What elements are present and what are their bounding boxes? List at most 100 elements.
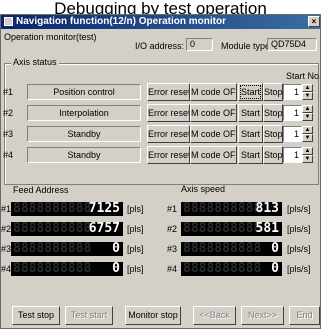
spin-down-icon[interactable]: ▼ <box>302 92 313 100</box>
start-no-spinner[interactable]: 1 ▲ ▼ <box>283 126 313 142</box>
axis-number: #4 <box>3 150 14 160</box>
axis-speed-display: 8888888888 0 <box>181 242 282 256</box>
back-button[interactable]: <<Back <box>193 306 236 325</box>
mcode-off-button[interactable]: M code OFF <box>190 104 237 122</box>
error-reset-button[interactable]: Error reset <box>147 104 190 122</box>
spin-down-icon[interactable]: ▼ <box>302 113 313 121</box>
axis-speed-display: 8888888888 813 <box>181 202 282 216</box>
start-button[interactable]: Start <box>238 104 263 122</box>
stop-button[interactable]: Stop <box>263 104 283 122</box>
speed-unit: [pls/s] <box>287 244 311 254</box>
stop-button[interactable]: Stop <box>263 83 283 101</box>
stop-button[interactable]: Stop <box>263 125 283 143</box>
feed-address-title: Feed Address <box>13 185 69 195</box>
monitor-stop-button[interactable]: Monitor stop <box>125 306 181 325</box>
axis-status-display: Standby <box>27 126 141 142</box>
spin-up-icon[interactable]: ▲ <box>302 105 313 113</box>
speed-axis-number: #2 <box>167 224 178 234</box>
spin-down-icon[interactable]: ▼ <box>302 155 313 163</box>
feed-address-display: 8888888888 7125 <box>11 202 123 216</box>
monitor-mode-label: Operation monitor(test) <box>4 32 97 42</box>
speed-unit: [pls/s] <box>287 224 311 234</box>
start-button[interactable]: Start <box>238 125 263 143</box>
module-type-field: QD75D4 <box>267 38 317 51</box>
axis-speed-value: 0 <box>271 241 279 256</box>
speed-row-1: #1 8888888888 813 [pls/s] <box>167 202 320 216</box>
end-button[interactable]: End <box>289 306 320 325</box>
mcode-off-button[interactable]: M code OFF <box>190 125 237 143</box>
start-no-spinner[interactable]: 1 ▲ ▼ <box>283 84 313 100</box>
speed-axis-number: #3 <box>167 244 178 254</box>
operation-monitor-window: Navigation function(12/n) Operation moni… <box>0 14 321 329</box>
spin-up-icon[interactable]: ▲ <box>302 126 313 134</box>
feed-row-2: #2 8888888888 6757 [pls] <box>1 222 161 236</box>
lcd-ghost-segments: 8888888888 <box>13 241 92 256</box>
axis-number: #3 <box>3 129 14 139</box>
speed-row-4: #4 8888888888 0 [pls/s] <box>167 262 320 276</box>
axis-number: #2 <box>3 108 14 118</box>
axis-number: #1 <box>3 87 14 97</box>
start-no-value[interactable]: 1 <box>283 84 302 100</box>
axis-speed-value: 813 <box>255 201 279 216</box>
speed-unit: [pls/s] <box>287 264 311 274</box>
test-stop-button[interactable]: Test stop <box>12 306 60 325</box>
lcd-ghost-segments: 8888888888 <box>13 261 92 276</box>
close-icon[interactable]: × <box>308 16 320 27</box>
speed-row-2: #2 8888888888 581 [pls/s] <box>167 222 320 236</box>
io-address-field: 0 <box>186 38 213 51</box>
lcd-ghost-segments: 8888888888 <box>13 221 92 236</box>
lcd-ghost-segments: 8888888888 <box>183 241 262 256</box>
feed-address-value: 6757 <box>88 221 120 236</box>
axis-speed-display: 8888888888 581 <box>181 222 282 236</box>
axis-speed-value: 0 <box>271 261 279 276</box>
start-button[interactable]: Start <box>238 83 263 101</box>
app-icon <box>4 17 13 26</box>
next-button[interactable]: Next>> <box>241 306 284 325</box>
axis-speed-display: 8888888888 0 <box>181 262 282 276</box>
feed-row-1: #1 8888888888 7125 [pls] <box>1 202 161 216</box>
feed-address-display: 8888888888 0 <box>11 262 123 276</box>
error-reset-button[interactable]: Error reset <box>147 146 190 164</box>
mcode-off-button[interactable]: M code OFF <box>190 83 237 101</box>
feed-unit: [pls] <box>127 204 144 214</box>
axis-row-2: #2 Interpolation Error reset M code OFF … <box>1 104 320 122</box>
start-no-label: Start No. <box>286 71 321 81</box>
start-no-spinner[interactable]: 1 ▲ ▼ <box>283 147 313 163</box>
axis-status-display: Standby <box>27 147 141 163</box>
axis-speed-value: 581 <box>255 221 279 236</box>
error-reset-button[interactable]: Error reset <box>147 125 190 143</box>
start-no-spinner[interactable]: 1 ▲ ▼ <box>283 105 313 121</box>
start-button[interactable]: Start <box>238 146 263 164</box>
error-reset-button[interactable]: Error reset <box>147 83 190 101</box>
test-start-button[interactable]: Test start <box>65 306 113 325</box>
mcode-off-button[interactable]: M code OFF <box>190 146 237 164</box>
lcd-ghost-segments: 8888888888 <box>183 221 262 236</box>
feed-address-value: 7125 <box>88 201 120 216</box>
feed-unit: [pls] <box>127 244 144 254</box>
axis-status-group: Axis status <box>4 57 319 185</box>
start-no-value[interactable]: 1 <box>283 147 302 163</box>
feed-axis-number: #2 <box>1 224 12 234</box>
speed-row-3: #3 8888888888 0 [pls/s] <box>167 242 320 256</box>
spin-down-icon[interactable]: ▼ <box>302 134 313 142</box>
axis-speed-title: Axis speed <box>181 184 226 194</box>
module-type-label: Module type: <box>221 41 273 51</box>
feed-address-display: 8888888888 6757 <box>11 222 123 236</box>
feed-axis-number: #4 <box>1 264 12 274</box>
feed-address-value: 0 <box>112 241 120 256</box>
feed-axis-number: #3 <box>1 244 12 254</box>
axis-status-display: Interpolation <box>27 105 141 121</box>
speed-axis-number: #4 <box>167 264 178 274</box>
speed-unit: [pls/s] <box>287 204 311 214</box>
lcd-ghost-segments: 8888888888 <box>183 201 262 216</box>
start-no-value[interactable]: 1 <box>283 105 302 121</box>
window-title: Navigation function(12/n) Operation moni… <box>16 16 226 27</box>
axis-row-4: #4 Standby Error reset M code OFF Start … <box>1 146 320 164</box>
feed-address-display: 8888888888 0 <box>11 242 123 256</box>
start-no-value[interactable]: 1 <box>283 126 302 142</box>
stop-button[interactable]: Stop <box>263 146 283 164</box>
axis-status-title: Axis status <box>11 57 59 67</box>
spin-up-icon[interactable]: ▲ <box>302 147 313 155</box>
speed-axis-number: #1 <box>167 204 178 214</box>
spin-up-icon[interactable]: ▲ <box>302 84 313 92</box>
